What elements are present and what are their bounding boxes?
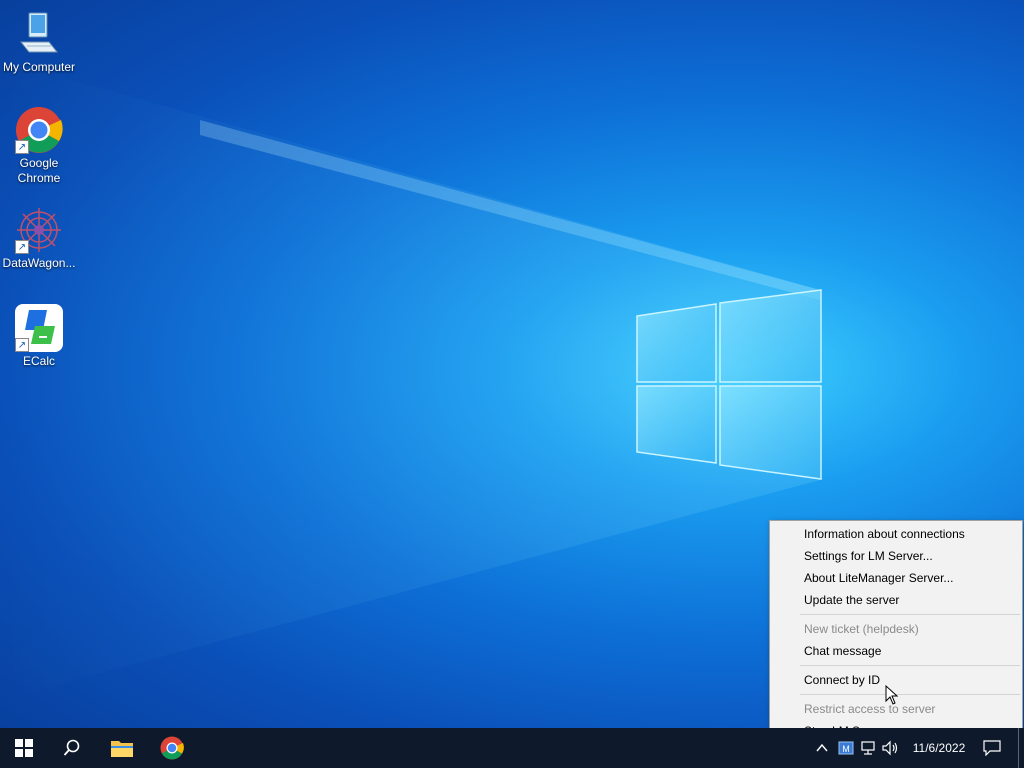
chrome-icon: ↗ [15, 106, 63, 154]
shortcut-arrow-icon: ↗ [15, 240, 29, 254]
desktop-icon-google-chrome[interactable]: ↗ Google Chrome [1, 106, 77, 186]
desktop-icon-label: ECalc [22, 354, 55, 368]
start-button[interactable] [0, 728, 48, 768]
action-center-button[interactable] [972, 728, 1012, 768]
svg-text:M: M [842, 744, 850, 754]
ecalc-icon: ↗ [15, 304, 63, 352]
taskbar-file-explorer[interactable] [98, 728, 146, 768]
menu-item-update-server[interactable]: Update the server [770, 589, 1022, 611]
menu-separator [800, 694, 1020, 695]
desktop-icon-label: Google Chrome [17, 156, 61, 185]
desktop-icon-label: DataWagon... [2, 256, 76, 270]
windows-start-icon [15, 739, 33, 757]
chrome-icon [160, 736, 184, 760]
taskbar-clock[interactable]: 11/6/2022 [906, 728, 972, 768]
show-desktop-button[interactable] [1018, 728, 1019, 768]
system-tray: M [814, 728, 900, 768]
computer-icon [15, 10, 63, 58]
file-explorer-icon [111, 741, 133, 757]
chevron-up-icon[interactable] [814, 740, 830, 756]
menu-item-about-litemanager[interactable]: About LiteManager Server... [770, 567, 1022, 589]
litemanager-icon[interactable]: M [838, 740, 854, 756]
search-button[interactable] [48, 728, 96, 768]
taskbar-chrome[interactable] [148, 728, 196, 768]
volume-icon[interactable] [882, 740, 900, 756]
network-icon[interactable] [860, 740, 876, 756]
menu-separator [800, 614, 1020, 615]
datawagon-icon: ↗ [15, 206, 63, 254]
menu-item-new-ticket: New ticket (helpdesk) [804, 622, 919, 636]
menu-item-settings-lm-server[interactable]: Settings for LM Server... [770, 545, 1022, 567]
shortcut-arrow-icon: ↗ [15, 338, 29, 352]
taskbar: M 11/6/2022 [0, 728, 1024, 768]
desktop-icon-my-computer[interactable]: My Computer [1, 10, 77, 75]
desktop-icon-label: My Computer [2, 60, 76, 74]
menu-item-chat-message[interactable]: Chat message [770, 640, 1022, 662]
menu-separator [800, 665, 1020, 666]
search-icon [63, 739, 80, 756]
mouse-cursor-icon [885, 685, 899, 705]
desktop-icon-ecalc[interactable]: ↗ ECalc [1, 304, 77, 369]
litemanager-tray-menu: Information about connections Settings f… [769, 520, 1023, 743]
notification-icon [983, 740, 1001, 756]
desktop-icon-datawagon[interactable]: ↗ DataWagon... [1, 206, 77, 271]
menu-item-information-about-connections[interactable]: Information about connections [770, 523, 1022, 545]
shortcut-arrow-icon: ↗ [15, 140, 29, 154]
